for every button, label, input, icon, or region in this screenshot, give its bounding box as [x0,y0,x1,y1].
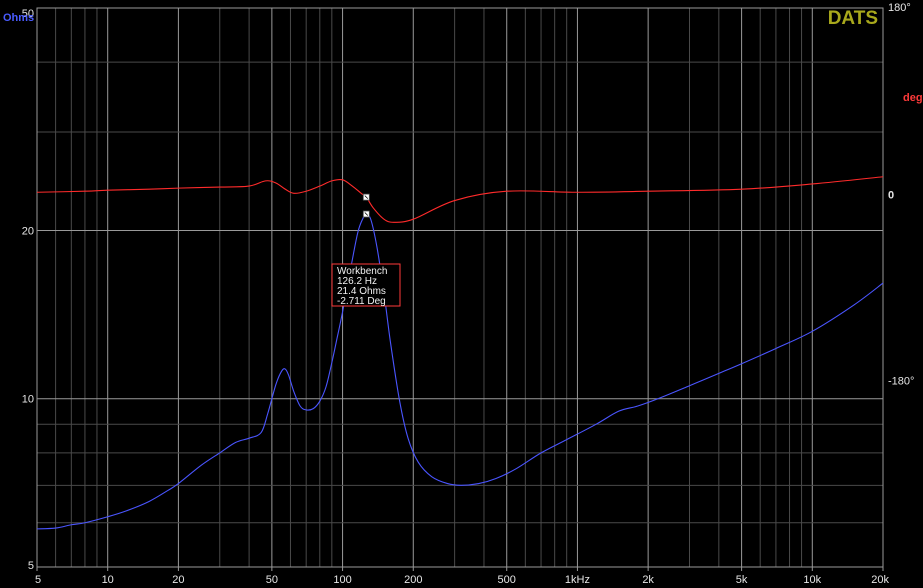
x-tick-label: 2k [642,574,654,586]
x-tick-label: 10 [102,574,114,586]
x-tick-label: 1kHz [565,574,590,586]
x-tick-label: 50 [266,574,278,586]
y-tick-label: 20 [22,225,34,237]
chart-background [0,0,923,588]
x-tick-label: 5 [35,574,41,586]
x-tick-label: 200 [404,574,422,586]
marker-tooltip: Workbench 126.2 Hz 21.4 Ohms -2.711 Deg [331,263,401,307]
phase-tick-label: 180° [888,2,911,14]
phase-axis-label: deg [903,92,923,104]
y-axis-label: Ohms [3,12,34,24]
x-tick-label: 100 [333,574,351,586]
y-tick-label: 5 [28,560,34,572]
x-tick-label: 10k [803,574,821,586]
phase-tick-label: -180° [888,376,914,388]
x-tick-label: 20k [871,574,889,586]
phase-tick-label: 0 [888,189,894,201]
x-tick-label: 20 [172,574,184,586]
dats-logo: DATS [828,8,878,29]
x-tick-label: 5k [736,574,748,586]
tooltip-phase: -2.711 Deg [337,296,386,307]
impedance-chart: 5 10 20 50 100 200 500 1kHz 2k 5k 10k 20k 5102050 1… [0,0,923,588]
y-tick-label: 10 [22,394,34,406]
x-tick-label: 500 [498,574,516,586]
